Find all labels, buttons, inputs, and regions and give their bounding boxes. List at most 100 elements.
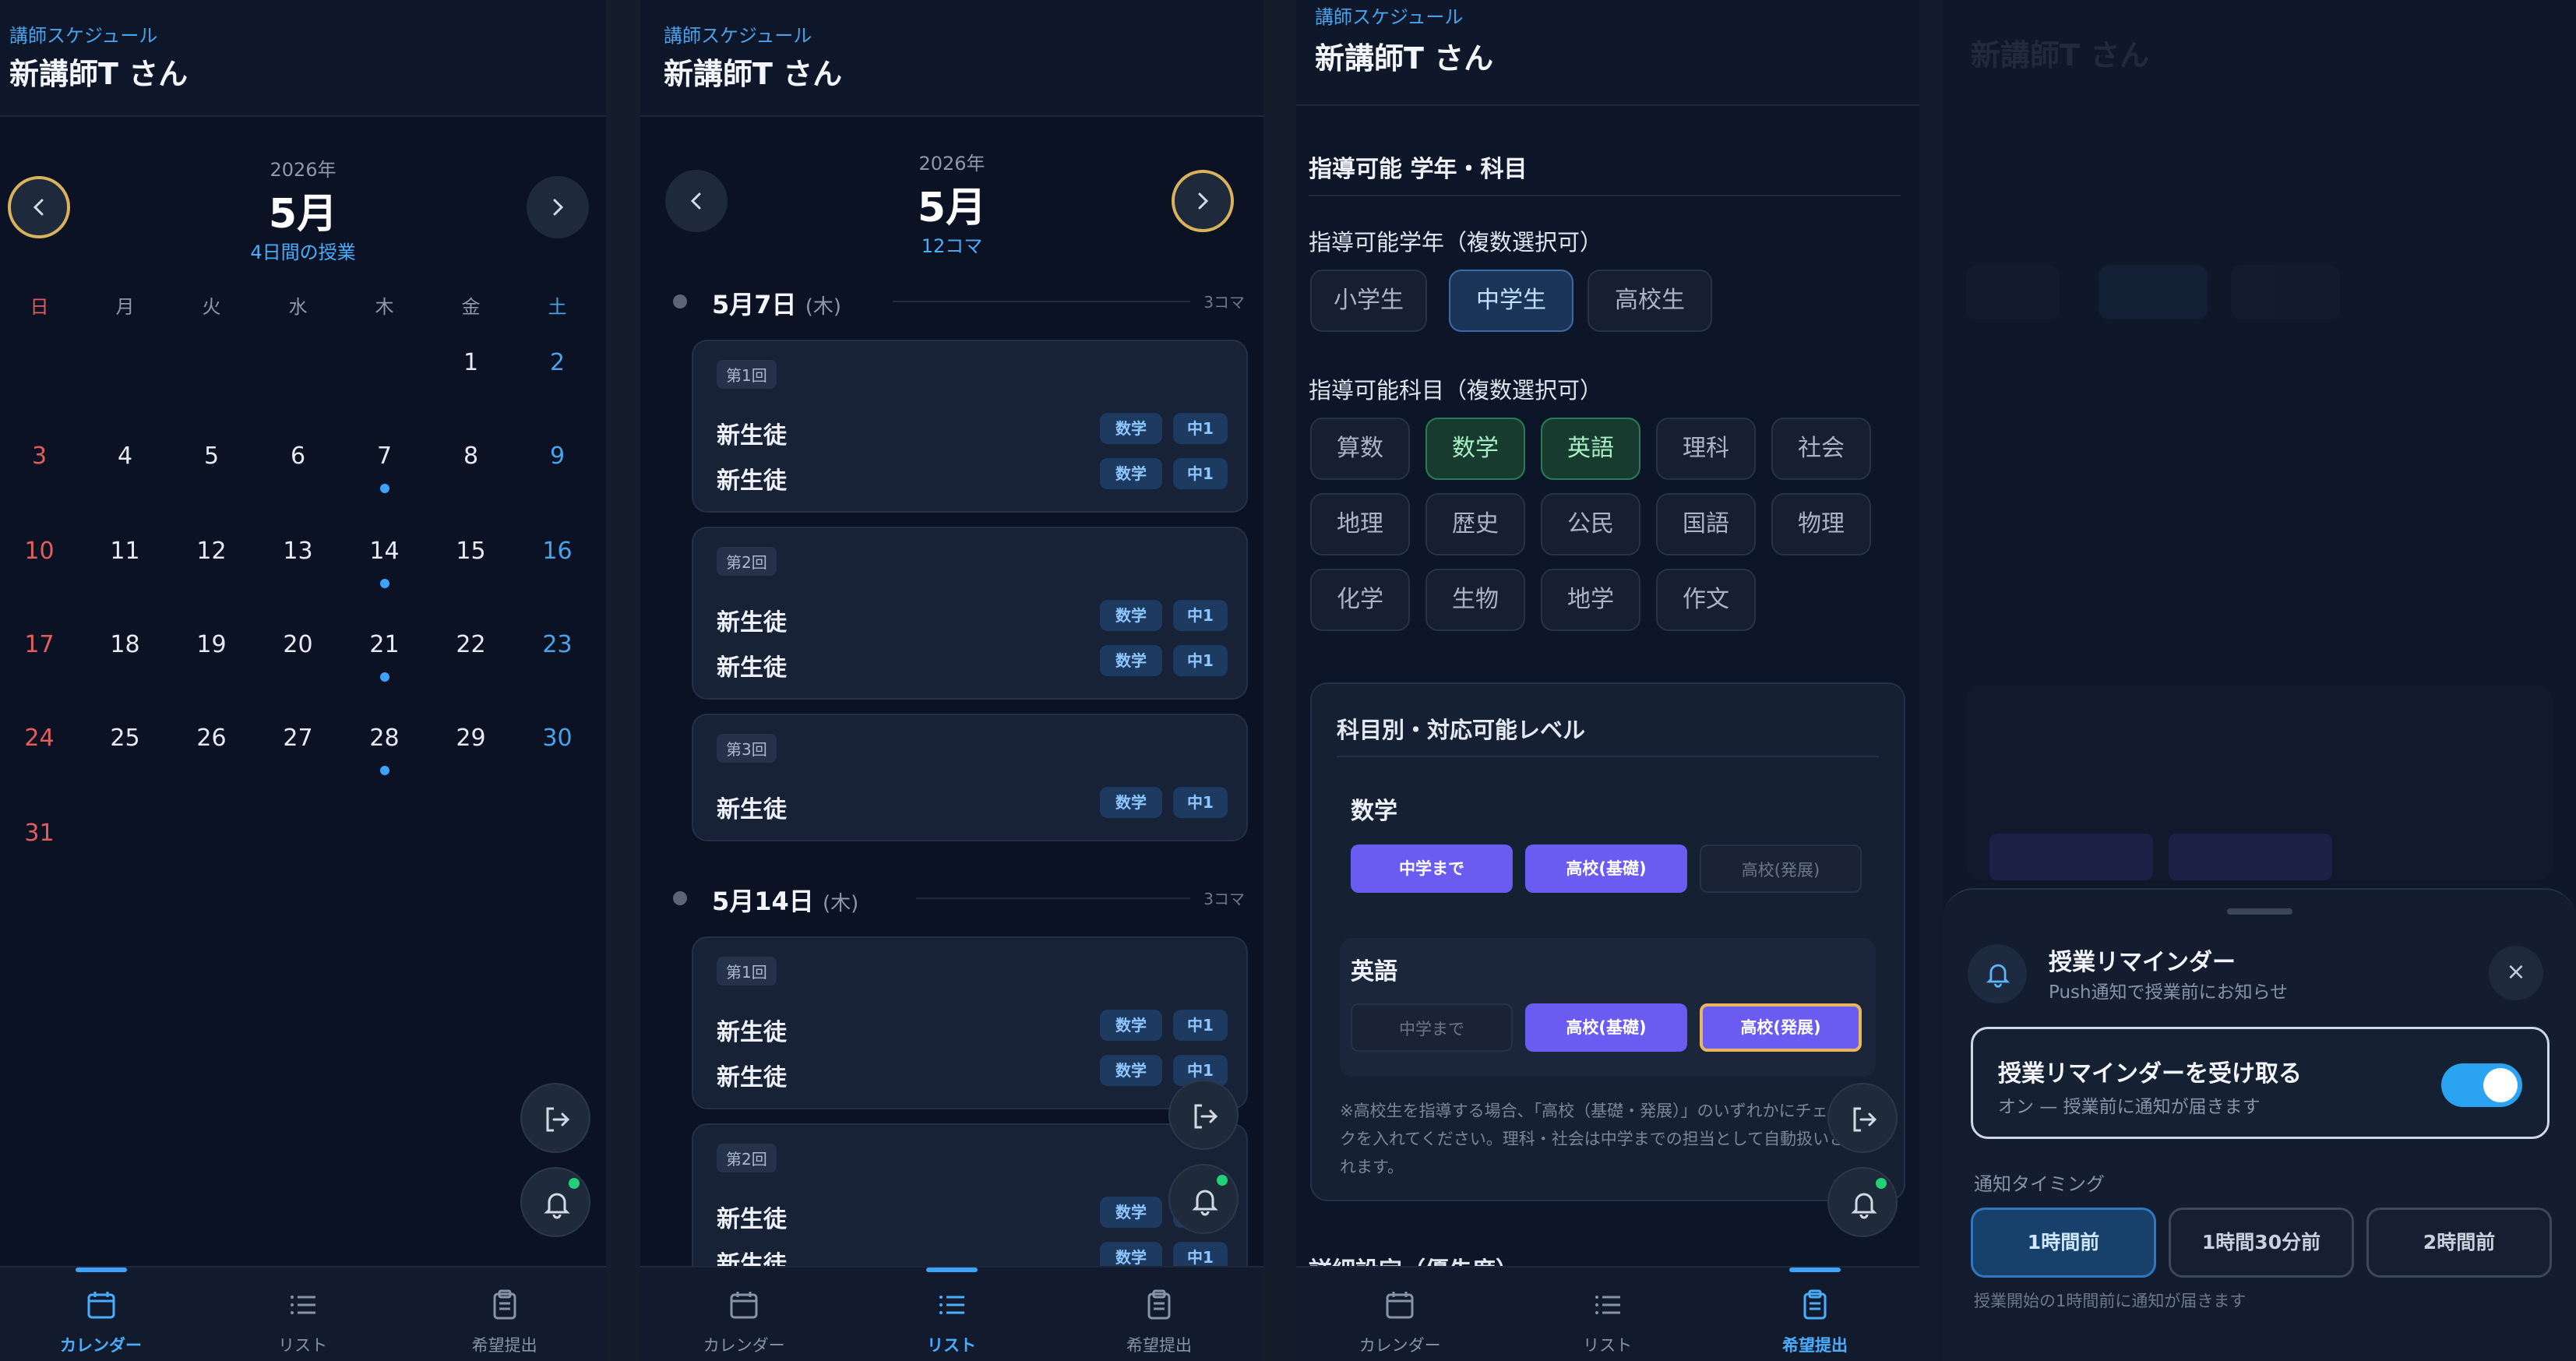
calendar-day[interactable]: 27: [255, 725, 341, 752]
timing-option[interactable]: 2時間前: [2366, 1208, 2552, 1278]
subject-chip[interactable]: 公民: [1541, 493, 1640, 555]
tab-calendar[interactable]: カレンダー: [640, 1268, 848, 1361]
calendar-day[interactable]: 7: [341, 443, 428, 493]
calendar-day[interactable]: 12: [168, 538, 255, 565]
tab-request[interactable]: 希望提出: [1055, 1268, 1263, 1361]
reminder-toggle-row[interactable]: 授業リマインダーを受け取る オン — 授業前に通知が届きます: [1971, 1027, 2550, 1139]
timing-label: 通知タイミング: [1974, 1173, 2105, 1195]
calendar-day[interactable]: 5: [168, 443, 255, 470]
tab-list[interactable]: リスト: [1503, 1268, 1711, 1361]
calendar-day[interactable]: 21: [341, 631, 428, 682]
notification-button[interactable]: [520, 1167, 590, 1237]
subject-chip[interactable]: 化学: [1310, 569, 1410, 631]
level-title: 科目別・対応可能レベル: [1337, 717, 1586, 743]
calendar-day[interactable]: 18: [82, 631, 168, 658]
calendar-day[interactable]: 23: [514, 631, 601, 658]
drag-handle[interactable]: [2226, 908, 2292, 915]
calendar-day[interactable]: 26: [168, 725, 255, 752]
tab-request[interactable]: 希望提出: [1711, 1268, 1919, 1361]
subject-chip[interactable]: 国語: [1656, 493, 1756, 555]
calendar-day[interactable]: 22: [428, 631, 514, 658]
logout-button[interactable]: [1827, 1083, 1898, 1153]
notification-button[interactable]: [1827, 1167, 1898, 1237]
calendar-day[interactable]: 1: [428, 349, 514, 376]
level-option[interactable]: 中学まで: [1351, 844, 1513, 893]
date-header: 5月7日 (木) 3コマ: [659, 285, 1245, 319]
calendar-day[interactable]: 6: [255, 443, 341, 470]
close-button[interactable]: ×: [2489, 946, 2543, 1000]
grade-chip[interactable]: 小学生: [1310, 270, 1427, 332]
subject-chip[interactable]: 算数: [1310, 418, 1410, 480]
tab-calendar[interactable]: カレンダー: [1296, 1268, 1503, 1361]
grade-tag: 中1: [1173, 600, 1228, 631]
calendar-day[interactable]: 16: [514, 538, 601, 565]
tab-label: リスト: [1583, 1336, 1633, 1355]
calendar-day[interactable]: 15: [428, 538, 514, 565]
tab-list[interactable]: リスト: [202, 1268, 403, 1361]
lesson-card[interactable]: 第1回 新生徒 数学 中1 新生徒 数学 中1: [692, 340, 1248, 513]
tab-calendar[interactable]: カレンダー: [0, 1268, 202, 1361]
calendar-year: 2026年: [270, 159, 337, 181]
subject-chip[interactable]: 地学: [1541, 569, 1640, 631]
calendar-day[interactable]: 28: [341, 725, 428, 775]
day-number: 6: [290, 443, 306, 470]
calendar-day[interactable]: 20: [255, 631, 341, 658]
day-number: 13: [283, 538, 313, 565]
tab-request[interactable]: 希望提出: [403, 1268, 605, 1361]
lesson-card[interactable]: 第1回 新生徒 数学 中1 新生徒 数学 中1: [692, 936, 1248, 1109]
lesson-card[interactable]: 第3回 新生徒 数学 中1: [692, 714, 1248, 841]
subjects-label: 指導可能科目（複数選択可）: [1309, 377, 1603, 404]
calendar-day[interactable]: 24: [0, 725, 83, 752]
subject-chip[interactable]: 数学: [1425, 418, 1525, 480]
day-number: 16: [542, 538, 573, 565]
subject-chip[interactable]: 理科: [1656, 418, 1756, 480]
day-number: 14: [369, 538, 400, 565]
grade-chip[interactable]: 高校生: [1588, 270, 1712, 332]
calendar-day[interactable]: 19: [168, 631, 255, 658]
level-option[interactable]: 高校(発展): [1700, 844, 1862, 893]
calendar-day[interactable]: 29: [428, 725, 514, 752]
subject-chip[interactable]: 作文: [1656, 569, 1756, 631]
calendar-day[interactable]: 8: [428, 443, 514, 470]
calendar-day[interactable]: 11: [82, 538, 168, 565]
calendar-day[interactable]: 4: [82, 443, 168, 470]
calendar-day[interactable]: 9: [514, 443, 601, 470]
timing-option[interactable]: 1時間30分前: [2169, 1208, 2354, 1278]
subject-chip[interactable]: 地理: [1310, 493, 1410, 555]
calendar-day[interactable]: 30: [514, 725, 601, 752]
calendar-day[interactable]: 31: [0, 820, 83, 847]
calendar-day[interactable]: 2: [514, 349, 601, 376]
calendar-day[interactable]: 13: [255, 538, 341, 565]
calendar-day[interactable]: 10: [0, 538, 83, 565]
calendar-day[interactable]: 17: [0, 631, 83, 658]
timeline-dot: [673, 891, 687, 905]
lesson-card[interactable]: 第2回 新生徒 数学 中1 新生徒 数学 中1: [692, 527, 1248, 700]
clipboard-icon: [1147, 1289, 1171, 1320]
calendar-day[interactable]: 25: [82, 725, 168, 752]
logout-button[interactable]: [520, 1083, 590, 1153]
grade-chip[interactable]: 中学生: [1449, 270, 1573, 332]
level-option[interactable]: 高校(基礎): [1525, 844, 1687, 893]
notification-button[interactable]: [1168, 1164, 1239, 1234]
student-row: 新生徒 数学 中1: [717, 642, 1228, 682]
calendar-day[interactable]: 3: [0, 443, 83, 470]
bell-icon: [544, 1193, 570, 1219]
timing-option[interactable]: 1時間前: [1971, 1208, 2156, 1278]
lesson-count: 12コマ: [921, 235, 983, 257]
logout-button[interactable]: [1168, 1080, 1239, 1150]
calendar-day[interactable]: 14: [341, 538, 428, 588]
subject-chip[interactable]: 物理: [1771, 493, 1871, 555]
level-option[interactable]: 中学まで: [1351, 1003, 1513, 1052]
day-number: 20: [283, 631, 313, 658]
subject-chip[interactable]: 社会: [1771, 418, 1871, 480]
weekday-label: 日: [30, 296, 49, 318]
reminder-switch[interactable]: [2441, 1063, 2522, 1107]
tab-list[interactable]: リスト: [848, 1268, 1055, 1361]
level-option[interactable]: 高校(基礎): [1525, 1003, 1687, 1052]
subject-chip[interactable]: 生物: [1425, 569, 1525, 631]
student-row: 新生徒 数学 中1: [717, 455, 1228, 495]
app-header: 講師スケジュール 新講師T さん: [1296, 0, 1919, 106]
subject-chip[interactable]: 英語: [1541, 418, 1640, 480]
subject-chip[interactable]: 歴史: [1425, 493, 1525, 555]
level-option[interactable]: 高校(発展): [1700, 1003, 1862, 1052]
